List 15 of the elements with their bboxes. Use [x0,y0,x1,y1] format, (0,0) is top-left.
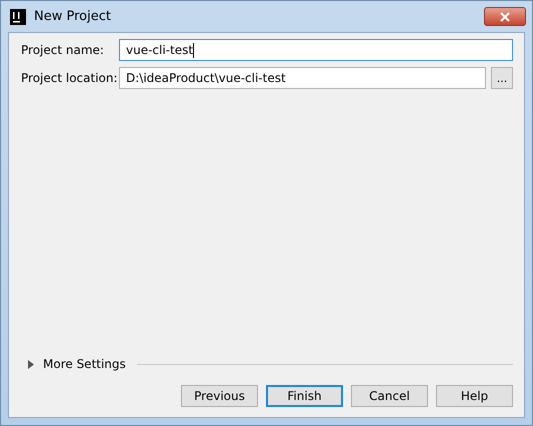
close-icon [499,12,511,22]
app-icon [10,8,26,24]
field-label: Project name: [21,43,105,57]
dialog-button[interactable]: Help [436,385,513,407]
expand-icon[interactable] [27,360,35,368]
dialog-button[interactable]: Previous [181,385,258,407]
field-label: Project location: [21,71,115,85]
close-button[interactable] [484,7,526,26]
input-field[interactable]: vue-cli-test [119,39,513,61]
browse-button[interactable]: ... [491,67,513,89]
input-field[interactable]: D:\ideaProduct\vue-cli-test [119,67,486,89]
window-title: New Project [34,9,111,24]
dialog-button[interactable]: Cancel [351,385,428,407]
dialog-button[interactable]: Finish [266,385,343,407]
section-label[interactable]: More Settings [43,357,126,371]
